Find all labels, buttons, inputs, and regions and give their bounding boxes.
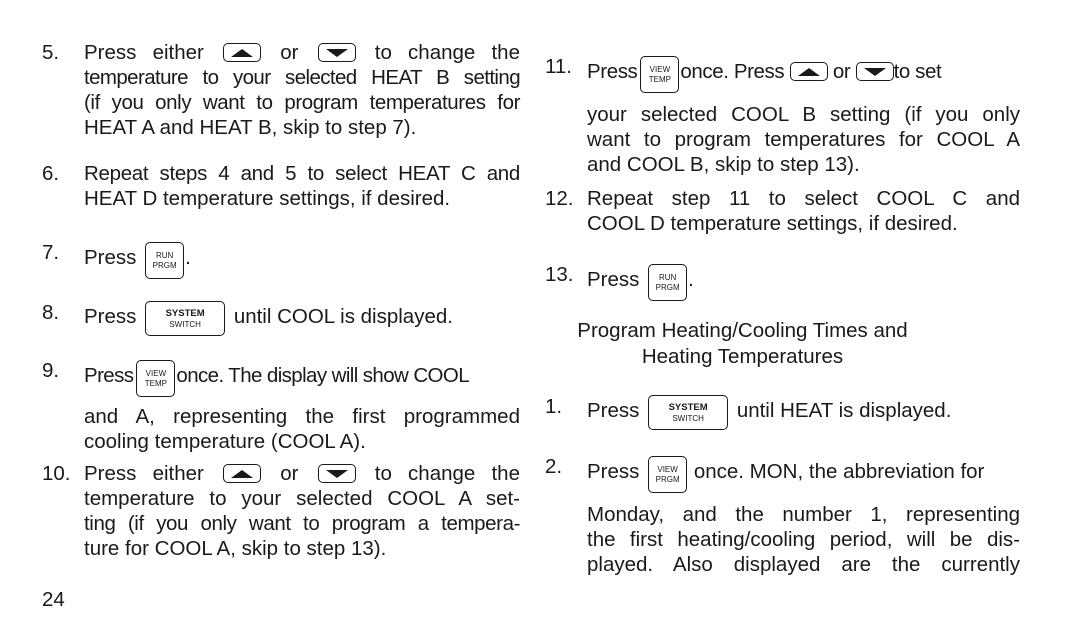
step-text-line: Press either or to change the [84,462,520,485]
step-text-line: and COOL B, skip to step 13). [587,153,860,176]
step-text-line: Repeat steps 4 and 5 to select HEAT C an… [84,162,520,185]
step-text-line: HEAT D temperature settings, if desired. [84,187,451,210]
step-number: 5. [42,41,60,64]
down-arrow-key-icon [317,464,356,484]
step-text-line: HEAT A and HEAT B, skip to step 7). [84,116,417,139]
step-text-line: the first heating/cooling period, will b… [587,528,1020,551]
up-arrow-key-icon [789,62,828,81]
step-text-line: want to program temperatures for COOL A [587,128,1020,151]
up-arrow-key-icon [223,464,262,484]
step-text-line: cooling temperature (COOL A). [84,430,366,453]
step-number: 9. [42,359,60,382]
system-switch-key-icon: SYSTEM SWITCH [648,395,729,430]
step-text-line: temperature to your selected HEAT B sett… [84,66,521,89]
step-number: 7. [42,241,60,264]
step-text-line: Monday, and the number 1, representing [587,503,1020,526]
system-switch-key-icon: SYSTEM SWITCH [145,301,226,336]
step-number: 12. [545,187,574,210]
step-text-line: temperature to your selected COOL A set- [84,487,520,510]
section-heading: Program Heating/Cooling Times and Heatin… [577,319,908,368]
step-text-line: ting (if you only want to program a temp… [84,512,520,535]
down-arrow-key-icon [317,43,356,63]
step-text-line: and A, representing the first programmed [84,405,520,428]
page-number: 24 [42,588,65,611]
view-temp-key-icon: VIEW TEMP [640,56,680,93]
step-number: 8. [42,301,60,324]
step-number: 6. [42,162,60,185]
step-number: 1. [545,395,563,418]
step-text-line: your selected COOL B setting (if you onl… [587,103,1020,126]
view-temp-key-icon: VIEW TEMP [136,360,176,397]
step-number: 10. [42,462,71,485]
view-prgm-key-icon: VIEW PRGM [648,456,688,493]
step-text-line: (if you only want to program temperature… [84,91,520,114]
up-arrow-key-icon [223,43,262,63]
step-text-line: Repeat step 11 to select COOL C and [587,187,1020,210]
step-number: 11. [545,55,572,78]
step-number: 2. [545,455,563,478]
step-text-line: COOL D temperature settings, if desired. [587,212,958,235]
step-number: 13. [545,263,574,286]
run-prgm-key-icon: RUN PRGM [145,242,185,279]
step-text-line: played. Also displayed are the currently [587,553,1020,576]
step-text-line: ture for COOL A, skip to step 13). [84,537,387,560]
run-prgm-key-icon: RUN PRGM [648,264,688,301]
down-arrow-key-icon [855,62,894,81]
step-text-line: Press either or to change the [84,41,520,64]
